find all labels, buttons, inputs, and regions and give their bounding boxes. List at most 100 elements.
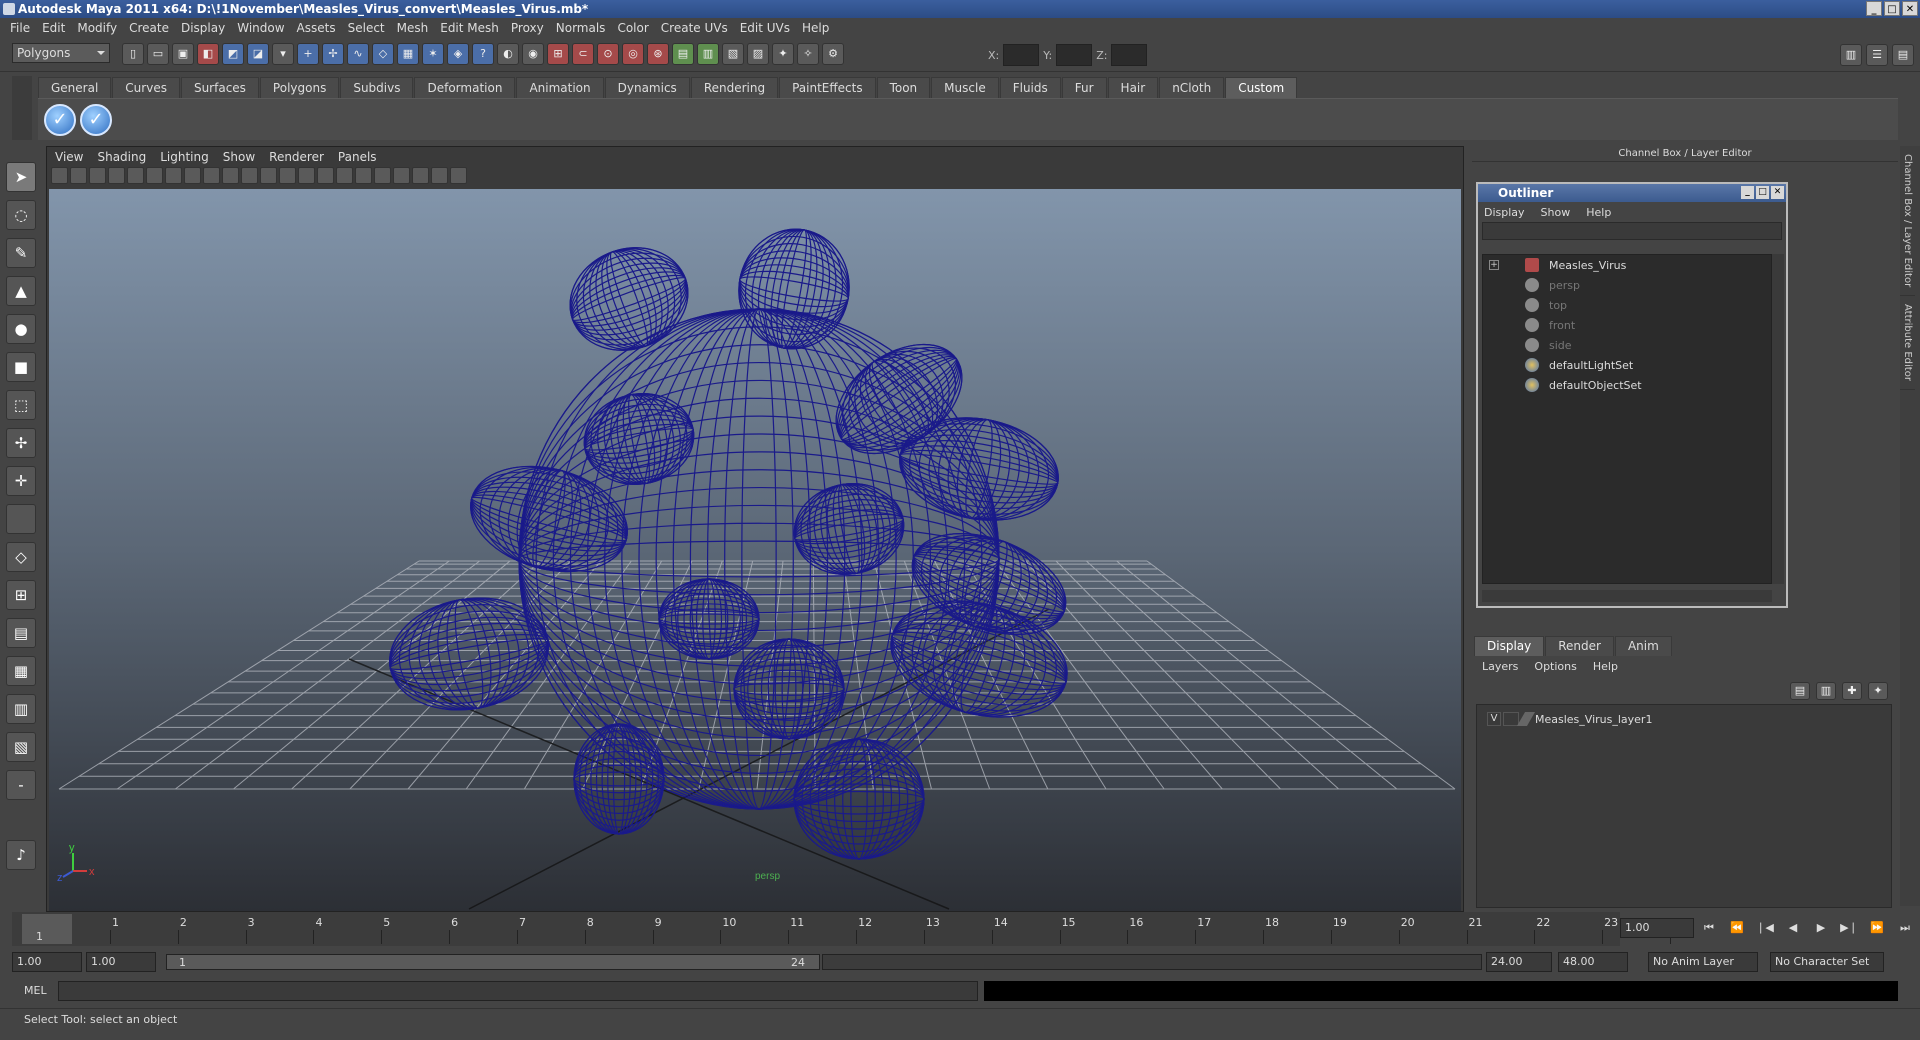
menu-help[interactable]: Help bbox=[798, 21, 837, 35]
layer-tab-anim[interactable]: Anim bbox=[1614, 636, 1672, 656]
menu-set-selector[interactable]: Polygons bbox=[12, 43, 110, 63]
highlight-selection-icon[interactable]: ◉ bbox=[522, 43, 544, 65]
render-settings-icon[interactable]: ⚙ bbox=[822, 43, 844, 65]
menu-edit[interactable]: Edit bbox=[38, 21, 73, 35]
layer-playback-toggle[interactable] bbox=[1503, 712, 1519, 726]
history-inputs-icon[interactable]: ▤ bbox=[672, 43, 694, 65]
scale-tool-icon[interactable]: ■ bbox=[6, 352, 36, 382]
toolbox-collapse-icon[interactable]: - bbox=[6, 770, 36, 800]
paint-select-tool-icon[interactable]: ✎ bbox=[6, 238, 36, 268]
range-slider[interactable]: 1 24 bbox=[166, 954, 820, 970]
outliner-menu-display[interactable]: Display bbox=[1484, 206, 1525, 219]
select-dynamics-icon[interactable]: ✶ bbox=[422, 43, 444, 65]
outliner-item[interactable]: defaultObjectSet bbox=[1483, 375, 1771, 395]
graph-persp-layout-icon[interactable]: ▦ bbox=[6, 656, 36, 686]
make-live-icon[interactable]: ⊛ bbox=[647, 43, 669, 65]
single-perspective-layout-icon[interactable]: ◇ bbox=[6, 542, 36, 572]
shelf-tab-toon[interactable]: Toon bbox=[876, 77, 931, 98]
camera-select-icon[interactable] bbox=[51, 167, 68, 184]
maximize-button[interactable]: □ bbox=[1884, 1, 1900, 16]
shelf-tab-painteffects[interactable]: PaintEffects bbox=[779, 77, 876, 98]
select-deformations-icon[interactable]: ▦ bbox=[397, 43, 419, 65]
show-manipulator-icon[interactable]: ✛ bbox=[6, 466, 36, 496]
layer-tab-render[interactable]: Render bbox=[1545, 636, 1614, 656]
use-all-lights-icon[interactable] bbox=[336, 167, 353, 184]
save-scene-icon[interactable]: ▣ bbox=[172, 43, 194, 65]
minimize-button[interactable]: _ bbox=[1866, 1, 1882, 16]
construction-history-icon[interactable]: ▧ bbox=[722, 43, 744, 65]
anim-layer-selector[interactable]: No Anim Layer bbox=[1648, 952, 1758, 972]
outliner-item[interactable]: persp bbox=[1483, 275, 1771, 295]
paint-brush-icon[interactable]: ♪ bbox=[6, 840, 36, 870]
step-forward-frame-button[interactable]: ▶❘ bbox=[1838, 918, 1860, 938]
menu-edit-mesh[interactable]: Edit Mesh bbox=[436, 21, 507, 35]
viewport-menu-show[interactable]: Show bbox=[223, 150, 255, 164]
side-tab-channel-box[interactable]: Channel Box / Layer Editor bbox=[1900, 146, 1915, 297]
shelf-tab-rendering[interactable]: Rendering bbox=[690, 77, 779, 98]
side-tab-attribute-editor[interactable]: Attribute Editor bbox=[1900, 296, 1915, 391]
custom-layout-icon[interactable]: ▧ bbox=[6, 732, 36, 762]
current-time-marker[interactable] bbox=[22, 914, 72, 944]
mask-dropdown-icon[interactable]: ▾ bbox=[272, 43, 294, 65]
safe-action-icon[interactable] bbox=[222, 167, 239, 184]
outliner-item[interactable]: top bbox=[1483, 295, 1771, 315]
y-field[interactable] bbox=[1056, 44, 1093, 66]
snap-view-plane-icon[interactable]: ◎ bbox=[622, 43, 644, 65]
viewport-menu-panels[interactable]: Panels bbox=[338, 150, 377, 164]
shelf-check-button-1[interactable]: ✓ bbox=[44, 104, 76, 136]
outliner-item[interactable]: side bbox=[1483, 335, 1771, 355]
layer-menu-help[interactable]: Help bbox=[1593, 660, 1618, 673]
menu-window[interactable]: Window bbox=[233, 21, 292, 35]
shelf-tab-surfaces[interactable]: Surfaces bbox=[180, 77, 259, 98]
shelf-tab-fluids[interactable]: Fluids bbox=[999, 77, 1061, 98]
shelf-tab-animation[interactable]: Animation bbox=[516, 77, 604, 98]
viewport-menu-view[interactable]: View bbox=[55, 150, 83, 164]
snap-grid-icon[interactable]: ⊞ bbox=[547, 43, 569, 65]
new-layer-from-selection-icon[interactable]: ✦ bbox=[1868, 682, 1888, 700]
shelf-tab-deformation[interactable]: Deformation bbox=[414, 77, 516, 98]
animation-start-field[interactable]: 1.00 bbox=[12, 952, 82, 972]
select-misc-icon[interactable]: ? bbox=[472, 43, 494, 65]
move-tool-icon[interactable]: ▲ bbox=[6, 276, 36, 306]
bookmark-icon[interactable] bbox=[89, 167, 106, 184]
backface-culling-icon[interactable] bbox=[450, 167, 467, 184]
gate-mask-icon[interactable] bbox=[184, 167, 201, 184]
textured-icon[interactable] bbox=[317, 167, 334, 184]
menu-create-uvs[interactable]: Create UVs bbox=[657, 21, 736, 35]
history-outputs-icon[interactable]: ▥ bbox=[697, 43, 719, 65]
shelf-tab-fur[interactable]: Fur bbox=[1061, 77, 1107, 98]
render-current-frame-icon[interactable]: ✦ bbox=[772, 43, 794, 65]
soft-modification-icon[interactable]: ✢ bbox=[6, 428, 36, 458]
wireframe-icon[interactable] bbox=[260, 167, 277, 184]
select-by-component-icon[interactable]: ◪ bbox=[247, 43, 269, 65]
outliner-close-button[interactable]: ✕ bbox=[1771, 186, 1784, 199]
grid-toggle-icon[interactable] bbox=[127, 167, 144, 184]
outliner-maximize-button[interactable]: □ bbox=[1756, 186, 1769, 199]
hypershade-layout-icon[interactable]: ▥ bbox=[6, 694, 36, 724]
menu-assets[interactable]: Assets bbox=[293, 21, 344, 35]
outliner-persp-layout-icon[interactable]: ▤ bbox=[6, 618, 36, 648]
shelf-tab-custom[interactable]: Custom bbox=[1225, 77, 1298, 98]
field-chart-icon[interactable] bbox=[203, 167, 220, 184]
safe-title-icon[interactable] bbox=[241, 167, 258, 184]
current-frame-field[interactable]: 1.00 bbox=[1620, 918, 1694, 938]
lasso-tool-icon[interactable]: ◌ bbox=[6, 200, 36, 230]
film-gate-icon[interactable] bbox=[146, 167, 163, 184]
select-rendering-icon[interactable]: ◈ bbox=[447, 43, 469, 65]
command-language-label[interactable]: MEL bbox=[24, 984, 47, 997]
x-field[interactable] bbox=[1003, 44, 1040, 66]
select-tool-icon[interactable]: ➤ bbox=[6, 162, 36, 192]
menu-file[interactable]: File bbox=[6, 21, 38, 35]
menu-normals[interactable]: Normals bbox=[552, 21, 614, 35]
shelf-tab-general[interactable]: General bbox=[38, 77, 112, 98]
shelf-tab-polygons[interactable]: Polygons bbox=[259, 77, 340, 98]
outliner-menu-show[interactable]: Show bbox=[1541, 206, 1571, 219]
new-empty-layer-icon[interactable]: ✚ bbox=[1842, 682, 1862, 700]
menu-select[interactable]: Select bbox=[344, 21, 393, 35]
range-slider-track[interactable] bbox=[822, 954, 1482, 970]
outliner-menu-help[interactable]: Help bbox=[1586, 206, 1611, 219]
layer-row[interactable]: V Measles_Virus_layer1 bbox=[1477, 709, 1891, 729]
menu-proxy[interactable]: Proxy bbox=[507, 21, 552, 35]
layer-tab-display[interactable]: Display bbox=[1474, 636, 1545, 656]
four-view-layout-icon[interactable]: ⊞ bbox=[6, 580, 36, 610]
